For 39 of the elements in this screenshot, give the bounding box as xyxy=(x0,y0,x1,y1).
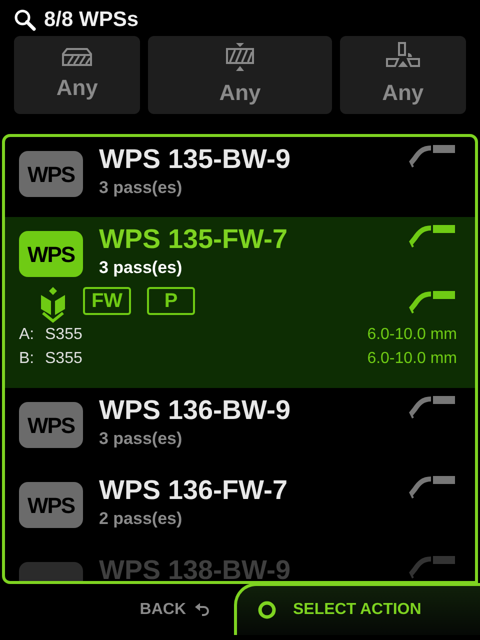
book-icon xyxy=(39,284,67,323)
torch-icon xyxy=(407,288,457,315)
wps-logo-icon: WPS xyxy=(19,151,83,197)
tag-label: FW xyxy=(83,286,131,315)
pass-count: 2 pass(es) xyxy=(99,508,184,530)
wps-title: WPS 136-FW-7 xyxy=(99,474,288,506)
thickness-range: 6.0-10.0 mm xyxy=(367,324,457,345)
material-label: A: xyxy=(19,324,36,345)
filter-button[interactable]: Any xyxy=(340,36,466,114)
material-label: B: xyxy=(19,348,36,369)
pass-count: 3 pass(es) xyxy=(99,257,184,280)
thickness-icon xyxy=(224,42,255,72)
pass-count: 3 pass(es) xyxy=(99,177,184,200)
material-value: S355 xyxy=(45,348,82,369)
filter-button[interactable]: Any xyxy=(148,36,332,114)
wps-logo-icon: WPS xyxy=(19,231,83,277)
torch-icon xyxy=(407,554,457,580)
wps-title: WPS 138-BW-9 xyxy=(99,554,292,581)
torch-icon xyxy=(407,223,457,249)
wps-logo-icon: WPS xyxy=(19,402,83,448)
torch-icon xyxy=(407,143,457,169)
back-button[interactable]: BACK xyxy=(140,598,210,622)
search-icon[interactable] xyxy=(14,9,36,31)
result-count: 8/8 WPSs xyxy=(44,7,139,34)
filter-button[interactable]: Any xyxy=(14,36,140,114)
wps-title: WPS 135-FW-7 xyxy=(99,223,288,256)
torch-icon xyxy=(407,474,457,500)
tag-label: P xyxy=(147,286,195,315)
thickness-range: 6.0-10.0 mm xyxy=(367,348,457,369)
wps-title: WPS 136-BW-9 xyxy=(99,394,292,426)
torch-icon xyxy=(407,394,457,420)
plate-icon xyxy=(62,46,92,66)
circle-icon xyxy=(257,600,277,620)
wps-logo-icon: WPS xyxy=(19,482,83,528)
pass-count: 3 pass(es) xyxy=(99,428,184,450)
undo-icon xyxy=(194,602,210,618)
material-value: S355 xyxy=(45,324,82,345)
select-action-button[interactable]: SELECT ACTION xyxy=(234,582,480,634)
wps-title: WPS 135-BW-9 xyxy=(99,143,292,176)
